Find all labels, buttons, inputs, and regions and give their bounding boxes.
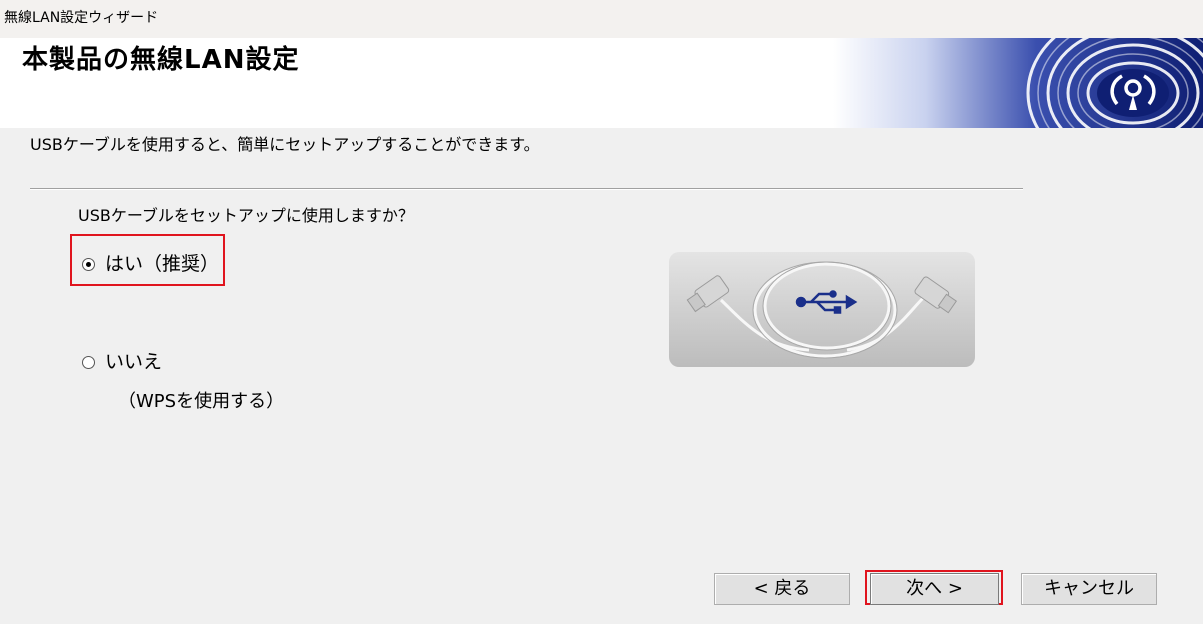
radio-no-sublabel: （WPSを使用する）	[118, 391, 285, 412]
usb-question: USBケーブルをセットアップに使用しますか？	[78, 206, 414, 225]
intro-text: USBケーブルを使用すると、簡単にセットアップすることができます。	[30, 135, 540, 154]
page-title: 本製品の無線LAN設定	[22, 45, 300, 75]
next-button[interactable]: 次へ >	[870, 573, 999, 605]
cancel-button[interactable]: キャンセル	[1021, 573, 1157, 605]
wireless-logo-icon	[833, 38, 1203, 128]
window-title: 無線LAN設定ウィザード	[4, 10, 159, 26]
radio-yes-label: はい（推奨）	[105, 253, 220, 275]
radio-no-indicator[interactable]	[82, 355, 95, 369]
usb-cable-icon	[669, 252, 975, 367]
divider	[30, 188, 1023, 190]
radio-no[interactable]: いいえ	[82, 350, 162, 374]
header-banner: 本製品の無線LAN設定	[0, 38, 1203, 128]
radio-yes-indicator[interactable]	[82, 257, 95, 271]
title-bar: 無線LAN設定ウィザード	[0, 0, 1203, 38]
back-button[interactable]: < 戻る	[714, 573, 850, 605]
radio-yes[interactable]: はい（推奨）	[82, 252, 219, 276]
radio-no-label: いいえ	[105, 351, 163, 373]
